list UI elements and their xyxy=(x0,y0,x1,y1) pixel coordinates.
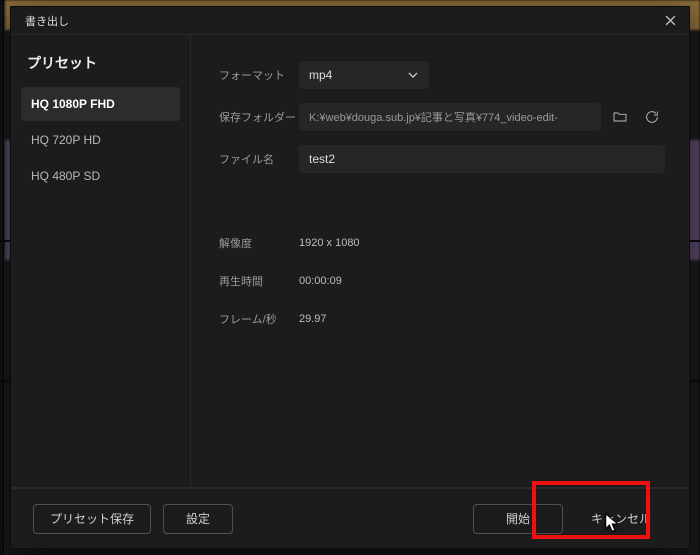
close-icon xyxy=(665,15,676,26)
row-filename: ファイル名 xyxy=(219,145,665,173)
refresh-icon xyxy=(644,109,660,125)
filename-input[interactable] xyxy=(299,145,665,173)
cancel-button[interactable]: キャンセル xyxy=(575,504,667,534)
format-select[interactable]: mp4 xyxy=(299,61,429,89)
duration-value: 00:00:09 xyxy=(299,275,342,287)
titlebar: 書き出し xyxy=(11,7,689,35)
preset-label: HQ 720P HD xyxy=(31,133,101,147)
preset-720p[interactable]: HQ 720P HD xyxy=(21,123,180,157)
format-value: mp4 xyxy=(309,68,332,82)
preset-heading: プリセット xyxy=(27,53,174,73)
folder-label: 保存フォルダー xyxy=(219,109,299,125)
preset-sidebar: プリセット HQ 1080P FHD HQ 720P HD HQ 480P SD xyxy=(11,35,191,488)
dialog-body: プリセット HQ 1080P FHD HQ 720P HD HQ 480P SD… xyxy=(11,35,689,488)
dialog-title: 書き出し xyxy=(25,13,69,29)
start-button[interactable]: 開始 xyxy=(473,504,563,534)
export-dialog: 書き出し プリセット HQ 1080P FHD HQ 720P HD HQ 48… xyxy=(10,6,690,549)
format-label: フォーマット xyxy=(219,67,299,83)
browse-folder-button[interactable] xyxy=(607,104,633,130)
row-fps: フレーム/秒 29.97 xyxy=(219,311,665,327)
folder-path-input[interactable] xyxy=(299,103,601,131)
close-button[interactable] xyxy=(661,12,679,30)
resolution-label: 解像度 xyxy=(219,235,299,251)
settings-button[interactable]: 設定 xyxy=(163,504,233,534)
filename-label: ファイル名 xyxy=(219,151,299,167)
row-resolution: 解像度 1920 x 1080 xyxy=(219,235,665,251)
fps-label: フレーム/秒 xyxy=(219,311,299,327)
duration-label: 再生時間 xyxy=(219,273,299,289)
preset-480p[interactable]: HQ 480P SD xyxy=(21,159,180,193)
fps-value: 29.97 xyxy=(299,313,327,325)
folder-icon xyxy=(612,109,628,125)
button-label: キャンセル xyxy=(591,510,651,527)
resolution-value: 1920 x 1080 xyxy=(299,237,360,249)
button-label: 設定 xyxy=(186,510,210,527)
refresh-button[interactable] xyxy=(639,104,665,130)
dialog-footer: プリセット保存 設定 開始 キャンセル xyxy=(11,488,689,548)
save-preset-button[interactable]: プリセット保存 xyxy=(33,504,151,534)
preset-label: HQ 480P SD xyxy=(31,169,100,183)
main-panel: フォーマット mp4 保存フォルダー xyxy=(191,35,689,488)
button-label: プリセット保存 xyxy=(50,510,134,527)
row-duration: 再生時間 00:00:09 xyxy=(219,273,665,289)
row-folder: 保存フォルダー xyxy=(219,103,665,131)
button-label: 開始 xyxy=(506,510,530,527)
row-format: フォーマット mp4 xyxy=(219,61,665,89)
chevron-down-icon xyxy=(407,70,419,80)
preset-label: HQ 1080P FHD xyxy=(31,97,115,111)
preset-1080p[interactable]: HQ 1080P FHD xyxy=(21,87,180,121)
